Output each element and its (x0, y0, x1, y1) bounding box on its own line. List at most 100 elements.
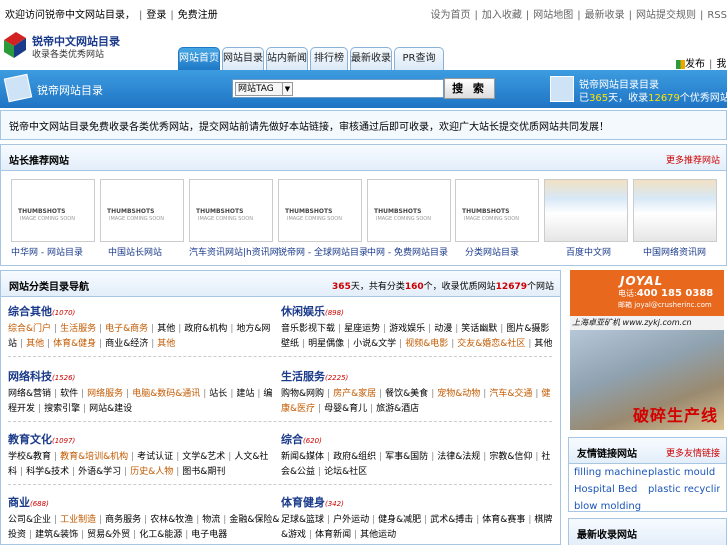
category-link[interactable]: 动漫 (434, 324, 452, 334)
category-link[interactable]: 电子电器 (191, 530, 227, 540)
recommend-caption[interactable]: 中国网络资讯网 (643, 245, 723, 258)
category-name[interactable]: 综合其他(1070) (8, 303, 280, 319)
recommend-more-link[interactable]: 更多推荐网站 (666, 153, 720, 166)
category-name[interactable]: 休闲娱乐(898) (281, 303, 553, 319)
category-link[interactable]: 图书&期刊 (182, 467, 225, 477)
thumbnail-image[interactable]: THUMBSHOTS IMAGE COMING SOON (367, 179, 451, 242)
tab-latest[interactable]: 最新收录 (350, 47, 392, 70)
category-link[interactable]: 化工&能源 (139, 530, 182, 540)
submit-rules-link[interactable]: 网站提交规则 (636, 10, 696, 21)
category-link[interactable]: 体育&赛事 (482, 515, 525, 525)
category-link[interactable]: 物流 (202, 515, 220, 525)
category-link[interactable]: 健身&减肥 (378, 515, 421, 525)
category-link[interactable]: 房产&家居 (333, 389, 376, 399)
recommend-caption[interactable]: 中华网 - 网站目录 (11, 245, 111, 258)
category-link[interactable]: 小说&文学 (353, 339, 396, 349)
category-link[interactable]: 网络&营销 (8, 389, 51, 399)
thumbnail-image[interactable] (633, 179, 717, 242)
category-link[interactable]: 其他运动 (360, 530, 396, 540)
friend-link[interactable]: filling machine (574, 466, 648, 479)
recommend-item[interactable]: 中国网络资讯网 (633, 179, 717, 259)
category-link[interactable]: 其他 (26, 339, 44, 349)
category-link[interactable]: 电子&商务 (105, 324, 148, 334)
register-link[interactable]: 免费注册 (178, 10, 218, 21)
thumbnail-image[interactable]: THUMBSHOTS IMAGE COMING SOON (100, 179, 184, 242)
category-link[interactable]: 学校&教育 (8, 452, 51, 462)
site-logo[interactable]: 锐帝中文网站目录 收录各类优秀网站 (2, 28, 132, 64)
recommend-item[interactable]: 百度中文网 (544, 179, 628, 259)
category-link[interactable]: 音乐影视下载 (281, 324, 335, 334)
mine-link[interactable]: 我的 (716, 59, 727, 70)
category-link[interactable]: 论坛&社区 (324, 467, 367, 477)
friend-link[interactable]: blow molding (574, 500, 648, 513)
category-link[interactable]: 生活服务 (60, 324, 96, 334)
category-link[interactable]: 网络服务 (87, 389, 123, 399)
recommend-item[interactable]: THUMBSHOTS IMAGE COMING SOON 分类网站目录 (455, 179, 539, 259)
category-link[interactable]: 新闻&媒体 (281, 452, 324, 462)
publish-link[interactable]: 发布 (685, 59, 705, 70)
category-link[interactable]: 其他 (534, 339, 552, 349)
search-type-select[interactable]: 网站TAG ▼ (235, 82, 293, 96)
category-link[interactable]: 旅游&酒店 (376, 404, 419, 414)
category-link[interactable]: 农林&牧渔 (150, 515, 193, 525)
category-link[interactable]: 搜索引擎 (44, 404, 80, 414)
recommend-caption[interactable]: 汽车资讯网站|h资讯网 (189, 245, 289, 258)
friend-link[interactable]: plastic recycling (648, 483, 720, 496)
category-link[interactable]: 游戏娱乐 (389, 324, 425, 334)
category-link[interactable]: 工业制造 (60, 515, 96, 525)
category-name[interactable]: 综合(620) (281, 431, 553, 447)
recommend-item[interactable]: THUMBSHOTS IMAGE COMING SOON 中网 - 免费网站目录 (367, 179, 451, 259)
tab-ranking[interactable]: 排行榜 (310, 47, 348, 70)
category-link[interactable]: 政府&组织 (333, 452, 376, 462)
category-link[interactable]: 法律&法规 (437, 452, 480, 462)
category-link[interactable]: 建站 (236, 389, 254, 399)
category-link[interactable]: 其他 (157, 324, 175, 334)
category-link[interactable]: 建筑&装饰 (35, 530, 78, 540)
category-link[interactable]: 交友&婚恋&社区 (457, 339, 525, 349)
category-name[interactable]: 网络科技(1526) (8, 368, 280, 384)
add-favorite-link[interactable]: 加入收藏 (482, 10, 522, 21)
thumbnail-image[interactable] (544, 179, 628, 242)
category-link[interactable]: 外语&学习 (78, 467, 121, 477)
category-link[interactable]: 视频&电影 (405, 339, 448, 349)
category-link[interactable]: 其他 (157, 339, 175, 349)
category-link[interactable]: 电脑&数码&通讯 (132, 389, 200, 399)
latest-link[interactable]: 最新收录 (585, 10, 625, 21)
category-link[interactable]: 武术&搏击 (430, 515, 473, 525)
category-link[interactable]: 站长 (209, 389, 227, 399)
category-link[interactable]: 商务服务 (105, 515, 141, 525)
thumbnail-image[interactable]: THUMBSHOTS IMAGE COMING SOON (189, 179, 273, 242)
category-link[interactable]: 政府&机构 (184, 324, 227, 334)
friend-link[interactable]: plastic mould (648, 466, 720, 479)
thumbnail-image[interactable]: THUMBSHOTS IMAGE COMING SOON (278, 179, 362, 242)
category-link[interactable]: 综合&门户 (8, 324, 51, 334)
category-link[interactable]: 购物&网购 (281, 389, 324, 399)
recommend-item[interactable]: THUMBSHOTS IMAGE COMING SOON 中国站长网站 (100, 179, 184, 259)
category-name[interactable]: 商业(688) (8, 494, 280, 510)
tab-pr-query[interactable]: PR查询 (394, 47, 444, 70)
login-link[interactable]: 登录 (146, 10, 166, 21)
category-link[interactable]: 考试认证 (137, 452, 173, 462)
search-input[interactable]: 网站TAG ▼ (232, 79, 444, 98)
thumbnail-image[interactable]: THUMBSHOTS IMAGE COMING SOON (11, 179, 95, 242)
category-link[interactable]: 网站&建设 (89, 404, 132, 414)
category-link[interactable]: 星座运势 (344, 324, 380, 334)
recommend-item[interactable]: THUMBSHOTS IMAGE COMING SOON 汽车资讯网站|h资讯网 (189, 179, 279, 259)
category-link[interactable]: 宗教&信仰 (489, 452, 532, 462)
sitemap-link[interactable]: 网站地图 (533, 10, 573, 21)
category-link[interactable]: 母婴&育儿 (324, 404, 367, 414)
search-button[interactable]: 搜 索 (444, 78, 495, 99)
category-link[interactable]: 餐饮&美食 (385, 389, 428, 399)
category-link[interactable]: 体育&健身 (53, 339, 96, 349)
category-link[interactable]: 公司&企业 (8, 515, 51, 525)
category-link[interactable]: 教育&培训&机构 (60, 452, 128, 462)
ad-banner[interactable]: JOYAL 电话:400 185 0388 邮箱 joyal@crusherin… (570, 270, 724, 430)
recommend-item[interactable]: THUMBSHOTS IMAGE COMING SOON 锐帝网 - 全球网站目录 (278, 179, 368, 259)
category-link[interactable]: 软件 (60, 389, 78, 399)
tab-home[interactable]: 网站首页 (178, 47, 220, 70)
category-link[interactable]: 文学&艺术 (182, 452, 225, 462)
category-link[interactable]: 科学&技术 (26, 467, 69, 477)
category-link[interactable]: 体育新闻 (315, 530, 351, 540)
category-link[interactable]: 商业&经济 (105, 339, 148, 349)
tab-news[interactable]: 站内新闻 (266, 47, 308, 70)
